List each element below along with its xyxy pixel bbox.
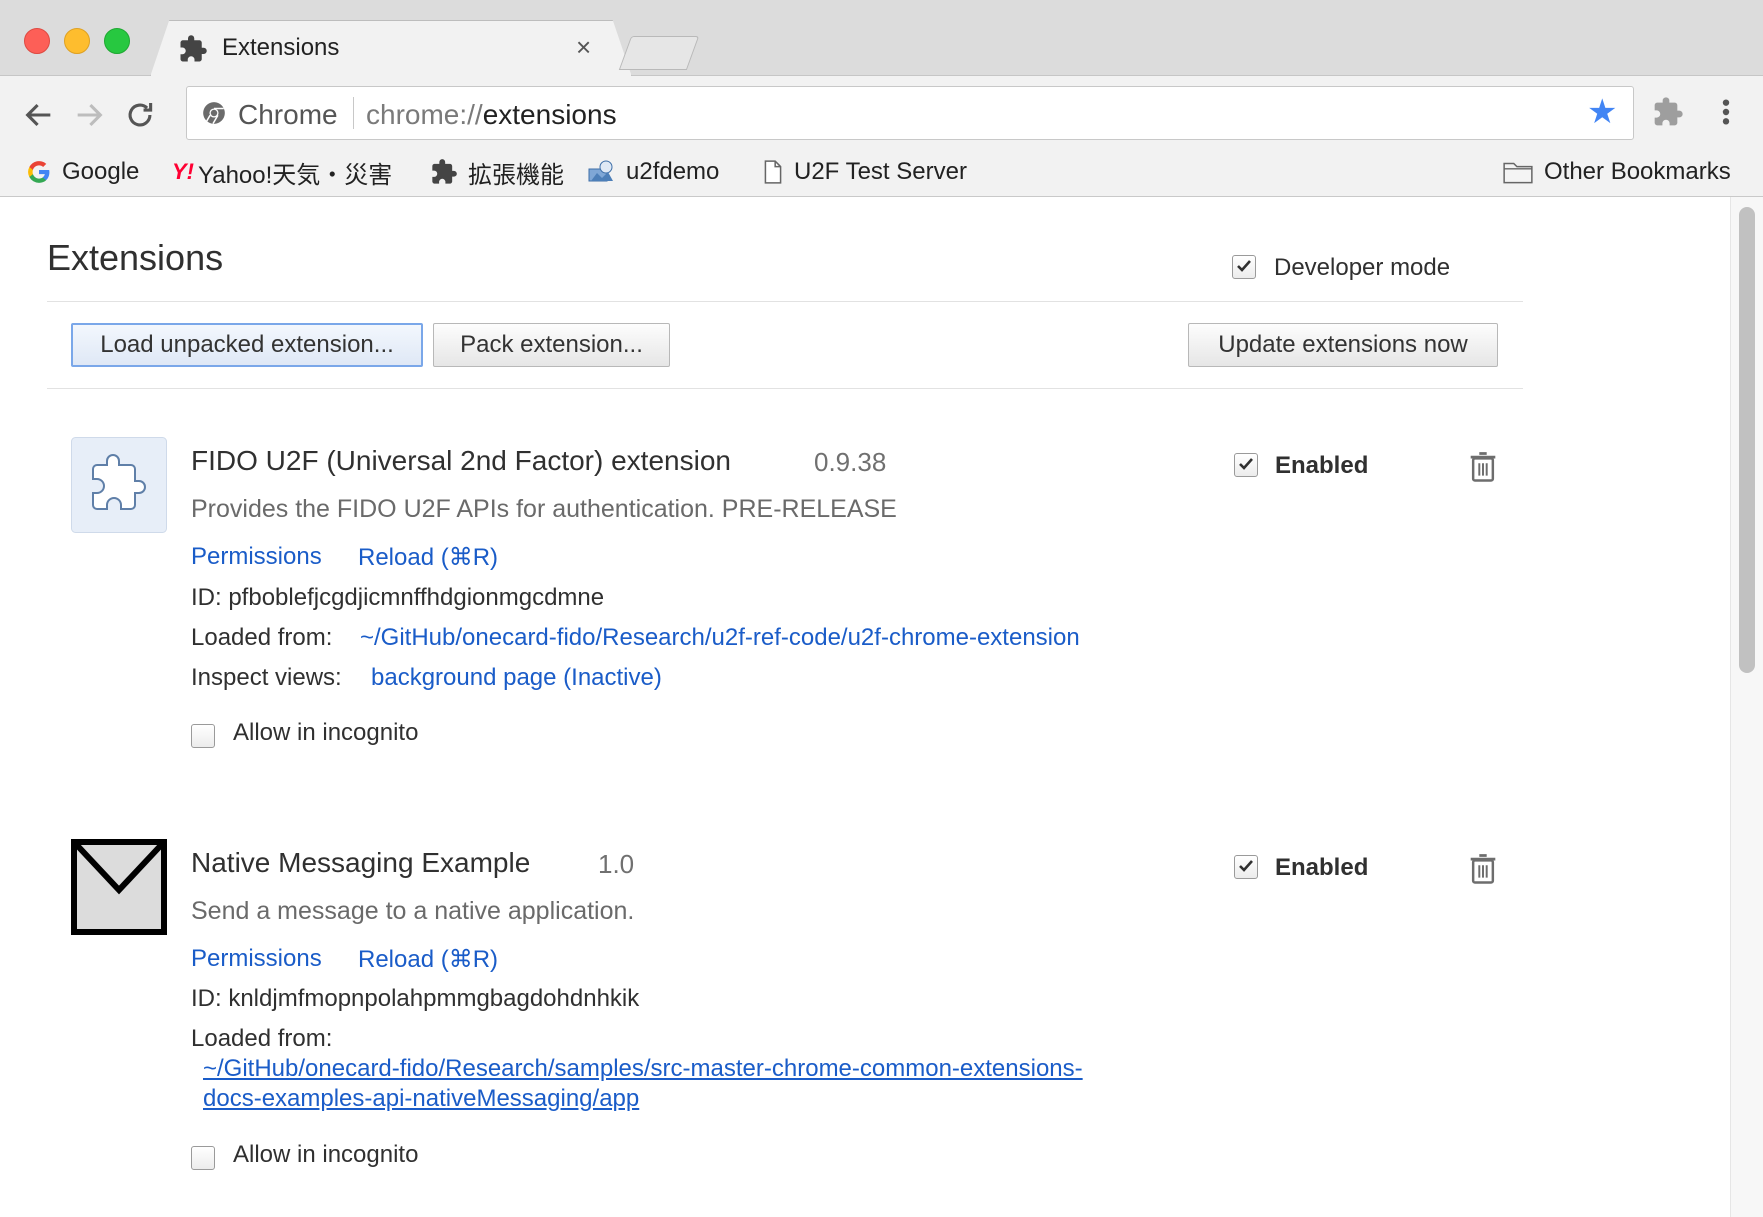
page-icon: [764, 160, 782, 184]
background-page-link[interactable]: background page (Inactive): [371, 664, 662, 692]
allow-incognito-label: Allow in incognito: [233, 719, 419, 746]
enabled-label: Enabled: [1275, 854, 1369, 881]
new-tab-button[interactable]: [618, 36, 700, 70]
permissions-link[interactable]: Permissions: [191, 543, 322, 571]
other-bookmarks[interactable]: Other Bookmarks: [1502, 154, 1731, 190]
bookmark-label: 拡張機能: [468, 161, 564, 189]
extension-description: Send a message to a native application.: [191, 897, 635, 925]
extension-name: Native Messaging Example: [191, 847, 531, 878]
bookmark-label: Yahoo!天気・災害: [198, 161, 393, 189]
bookmark-star-icon[interactable]: ★: [1587, 95, 1617, 129]
reload-link[interactable]: Reload (⌘R): [358, 945, 498, 974]
toolbar: Chrome chrome://extensions ★: [0, 76, 1763, 152]
allow-incognito-checkbox[interactable]: [191, 1146, 215, 1170]
extension-description: Provides the FIDO U2F APIs for authentic…: [191, 495, 897, 523]
bookmarks-bar: Google Y! Yahoo!天気・災害 拡張機能 u2fdemo U2F T…: [0, 152, 1763, 197]
loaded-from-path-link[interactable]: ~/GitHub/onecard-fido/Research/u2f-ref-c…: [360, 624, 1080, 652]
chrome-icon: [203, 102, 225, 124]
enabled-checkbox[interactable]: [1234, 453, 1258, 477]
google-g-icon: [28, 161, 50, 183]
allow-incognito-label: Allow in incognito: [233, 1141, 419, 1168]
extension-version: 1.0: [598, 849, 635, 879]
loaded-from-path-link[interactable]: ~/GitHub/onecard-fido/Research/samples/s…: [203, 1055, 1083, 1083]
extension-version: 0.9.38: [814, 447, 887, 477]
tab-close-button[interactable]: ×: [576, 34, 591, 60]
site-icon: [588, 160, 613, 182]
trash-icon[interactable]: [1468, 451, 1498, 483]
allow-incognito-checkbox[interactable]: [191, 724, 215, 748]
extension-name: FIDO U2F (Universal 2nd Factor) extensio…: [191, 445, 731, 476]
pack-extension-button[interactable]: Pack extension...: [433, 323, 670, 367]
loaded-from-label: Loaded from:: [191, 624, 333, 651]
close-window-button[interactable]: [24, 28, 50, 54]
bookmark-label: Google: [62, 158, 140, 185]
inspect-views-label: Inspect views:: [191, 664, 342, 691]
update-extensions-button[interactable]: Update extensions now: [1188, 323, 1498, 367]
checkmark-icon: [1239, 458, 1253, 470]
divider: [47, 301, 1523, 302]
tab-title: Extensions: [222, 34, 340, 61]
developer-mode-label: Developer mode: [1274, 254, 1451, 281]
enabled-label: Enabled: [1275, 452, 1369, 479]
back-arrow-icon[interactable]: [22, 98, 56, 132]
url-scheme: chrome://: [366, 99, 483, 130]
page-title: Extensions: [47, 237, 224, 278]
bookmark-label: u2fdemo: [626, 158, 720, 185]
bookmark-extensions[interactable]: 拡張機能: [430, 154, 564, 190]
omnibox[interactable]: Chrome chrome://extensions ★: [186, 86, 1634, 140]
loaded-from-path-link[interactable]: docs-examples-api-nativeMessaging/app: [203, 1085, 639, 1113]
minimize-window-button[interactable]: [64, 28, 90, 54]
extension-id: ID: knldjmfmopnpolahpmmgbagdohdnhkik: [191, 985, 640, 1012]
bookmark-label: Other Bookmarks: [1544, 158, 1731, 185]
divider: [47, 388, 1523, 389]
load-unpacked-button[interactable]: Load unpacked extension...: [71, 323, 423, 367]
enabled-checkbox[interactable]: [1234, 855, 1258, 879]
vertical-scrollbar[interactable]: [1730, 197, 1763, 1217]
trash-icon[interactable]: [1468, 853, 1498, 885]
scrollbar-thumb[interactable]: [1739, 207, 1755, 673]
zoom-window-button[interactable]: [104, 28, 130, 54]
permissions-link[interactable]: Permissions: [191, 945, 322, 973]
loaded-from-label: Loaded from:: [191, 1025, 333, 1052]
extension-id: ID: pfboblefjcgdjicmnffhdgionmgcdmne: [191, 584, 605, 611]
reload-icon[interactable]: [123, 98, 157, 132]
puzzle-extension-icon: [71, 437, 167, 533]
title-bar: Extensions ×: [0, 0, 1763, 77]
bookmark-u2f-test-server[interactable]: U2F Test Server: [762, 154, 967, 190]
checkmark-icon: [1237, 260, 1251, 272]
puzzle-icon: [432, 159, 457, 184]
more-vert-icon[interactable]: [1714, 96, 1738, 128]
puzzle-icon[interactable]: [1652, 96, 1684, 128]
url-path: extensions: [482, 99, 617, 130]
checkmark-icon: [1239, 860, 1253, 872]
omnibox-divider: [353, 97, 354, 129]
bookmark-label: U2F Test Server: [794, 158, 967, 185]
yahoo-icon: Y!: [172, 159, 194, 184]
bookmark-yahoo[interactable]: Y! Yahoo!天気・災害: [172, 154, 392, 190]
mail-extension-icon: [71, 839, 167, 935]
site-chip-label: Chrome: [238, 99, 338, 130]
puzzle-icon: [180, 35, 207, 62]
extensions-page: Extensions Developer mode Load unpacked …: [0, 197, 1730, 1217]
folder-icon: [1503, 162, 1533, 184]
url-text[interactable]: chrome://extensions: [366, 99, 617, 131]
developer-mode-checkbox[interactable]: [1232, 255, 1256, 279]
reload-link[interactable]: Reload (⌘R): [358, 543, 498, 572]
bookmark-u2fdemo[interactable]: u2fdemo: [586, 154, 719, 190]
forward-arrow-icon[interactable]: [72, 98, 106, 132]
bookmark-google[interactable]: Google: [26, 154, 139, 190]
